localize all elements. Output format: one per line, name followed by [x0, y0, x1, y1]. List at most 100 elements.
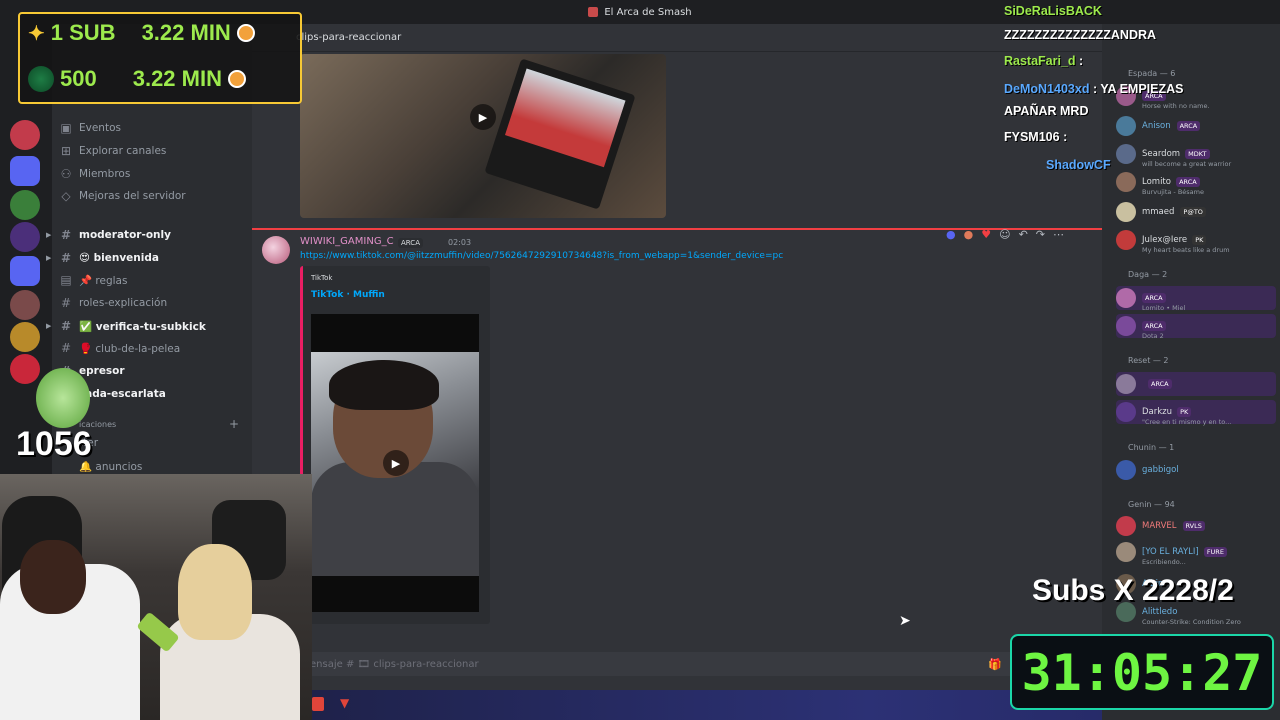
calendar-icon: ▣ — [60, 121, 72, 135]
member-row[interactable]: gabbigol — [1116, 458, 1276, 482]
chat-line: DeMoN1403xd : YA EMPIEZAS — [1004, 82, 1184, 96]
message-toolbar: ● ● ♥ ☺ ↶ ↷ ⋯ — [946, 228, 1064, 241]
hash-icon: # — [60, 319, 72, 333]
member-group-header: Chunin — 1 — [1128, 443, 1175, 452]
chat-line: RastaFari_d : — [1004, 54, 1084, 68]
frog-emote-icon — [36, 368, 90, 428]
link-embed: TikTok TikTok · Muffin ▶ — [300, 266, 490, 624]
sidebar-item-eventos[interactable]: ▣ Eventos — [60, 118, 245, 138]
play-icon[interactable]: ▶ — [470, 104, 496, 130]
clock-icon — [227, 70, 246, 88]
member-row[interactable]: ARCA Dota 2 — [1116, 314, 1276, 340]
member-row[interactable]: Julex@Iere PK My heart beats like a drum — [1116, 228, 1276, 254]
app-icon[interactable]: ▼ — [340, 696, 349, 710]
reaction-icon[interactable]: ● — [946, 228, 956, 241]
message-timestamp: 02:03 — [448, 238, 472, 247]
laptop-image — [484, 58, 636, 210]
avatar — [1116, 230, 1136, 250]
video-attachment[interactable]: ▶ — [300, 54, 666, 218]
member-row[interactable]: ARCA — [1116, 372, 1276, 396]
channel-epresor[interactable]: #epresor — [60, 361, 245, 381]
sub-time: 3.22 MIN — [141, 20, 231, 45]
server-icon[interactable] — [10, 190, 40, 220]
channel-bienvenida[interactable]: ▶ # 😍 bienvenida — [46, 248, 245, 268]
avatar — [1116, 542, 1136, 562]
chat-area: ▶ ● ● ♥ ☺ ↶ ↷ ⋯ WIWIKI_GAMING_C ARCA 02:… — [252, 52, 1102, 652]
member-group-header: Daga — 2 — [1128, 270, 1168, 279]
server-icon[interactable] — [10, 354, 40, 384]
add-reaction-icon[interactable]: ☺ — [999, 228, 1010, 241]
channel-club[interactable]: # 🥊 club-de-la-pelea — [60, 338, 245, 358]
server-icon — [588, 7, 599, 17]
server-icon[interactable] — [10, 156, 40, 186]
chat-line: ShadowCF — [1046, 158, 1111, 172]
stream-chat-overlay: SiDeRaLisBACK ZZZZZZZZZZZZZZANDRA RastaF… — [1002, 2, 1183, 178]
add-channel-icon[interactable]: + — [229, 417, 239, 431]
sidebar-item-explorar[interactable]: ⊞ Explorar canales — [60, 141, 245, 161]
message-input[interactable]: ensaje # 🎞 clips-para-reaccionar 🎁 — [252, 652, 1102, 676]
subs-goal-text: Subs X 2228/2 — [1032, 574, 1234, 607]
app-icon[interactable] — [312, 697, 324, 711]
channel-reglas[interactable]: ▤ 📌 reglas — [60, 270, 245, 290]
gem-time: 3.22 MIN — [132, 66, 222, 91]
timer-value: 31:05:27 — [1021, 644, 1263, 702]
channel-verifica[interactable]: ▶ # ✅ verifica-tu-subkick — [46, 316, 245, 336]
window-title: El Arca de Smash — [604, 6, 692, 18]
boost-icon: ◇ — [61, 189, 71, 203]
member-row[interactable]: mmaed P@TO — [1116, 200, 1276, 224]
avatar[interactable] — [262, 236, 290, 264]
channel-name: clips-para-reaccionar — [296, 32, 402, 43]
server-icon[interactable] — [10, 290, 40, 320]
chat-line: FYSM106 : — [1004, 130, 1068, 144]
chat-line: ZZZZZZZZZZZZZZANDRA — [1004, 28, 1157, 42]
avatar — [1116, 460, 1136, 480]
member-row[interactable]: MARVEL RVLS — [1116, 514, 1276, 538]
chevron-right-icon: ▶ — [46, 231, 52, 239]
embed-title[interactable]: TikTok · Muffin — [311, 290, 385, 300]
server-icon[interactable] — [10, 222, 40, 252]
message-username[interactable]: WIWIKI_GAMING_C — [300, 236, 394, 247]
more-icon[interactable]: ⋯ — [1053, 228, 1064, 241]
member-group-header: Reset — 2 — [1128, 356, 1169, 365]
rules-icon: ▤ — [60, 273, 72, 287]
sub-label: 1 SUB — [50, 20, 116, 45]
forward-icon[interactable]: ↷ — [1036, 228, 1045, 241]
counter-text: 1056 — [16, 425, 92, 463]
message-link[interactable]: https://www.tiktok.com/@iitzzmuffin/vide… — [300, 251, 783, 261]
channel-moderator-only[interactable]: ▶ # moderator-only — [46, 225, 245, 245]
member-row[interactable]: [YO EL RAYLI] FURE Escribiendo... — [1116, 540, 1276, 566]
sidebar-item-mejoras[interactable]: ◇ Mejoras del servidor — [60, 186, 245, 206]
server-icon[interactable] — [10, 256, 40, 286]
channel-roles[interactable]: # roles-explicación — [60, 293, 245, 313]
heart-icon[interactable]: ♥ — [981, 228, 991, 241]
gem-label: 500 — [60, 66, 97, 91]
clock-icon — [236, 24, 255, 42]
gem-icon — [28, 66, 54, 92]
embed-provider: TikTok — [311, 274, 333, 282]
avatar — [1116, 316, 1136, 336]
star-icon: ✦ — [28, 22, 45, 45]
avatar — [1116, 402, 1136, 422]
sidebar-item-miembros[interactable]: ⚇ Miembros — [60, 164, 245, 184]
webcam-overlay — [0, 474, 312, 720]
embed-video[interactable]: ▶ — [311, 314, 479, 612]
channel-header: clips-para-reaccionar — [252, 24, 1102, 52]
chat-line: SiDeRaLisBACK — [1004, 4, 1102, 18]
members-icon: ⚇ — [60, 167, 72, 181]
server-icon[interactable] — [10, 322, 40, 352]
member-row[interactable]: Darkzu PK "Cree en ti mismo y en to... — [1116, 400, 1276, 426]
mouse-cursor-icon: ➤ — [899, 613, 911, 629]
gift-icon[interactable]: 🎁 — [988, 658, 1002, 671]
member-row[interactable]: ARCA Lomito • Miel — [1116, 286, 1276, 312]
avatar — [1116, 288, 1136, 308]
chevron-right-icon: ▶ — [46, 322, 52, 330]
avatar — [1116, 374, 1136, 394]
hash-icon: # — [60, 341, 72, 355]
reaction-icon[interactable]: ● — [964, 228, 974, 241]
subathon-timer: 31:05:27 — [1010, 634, 1274, 710]
server-avatar[interactable] — [10, 120, 40, 150]
reply-icon[interactable]: ↶ — [1019, 228, 1028, 241]
play-icon[interactable]: ▶ — [383, 450, 409, 476]
hash-icon: # — [60, 296, 72, 310]
avatar — [1116, 202, 1136, 222]
